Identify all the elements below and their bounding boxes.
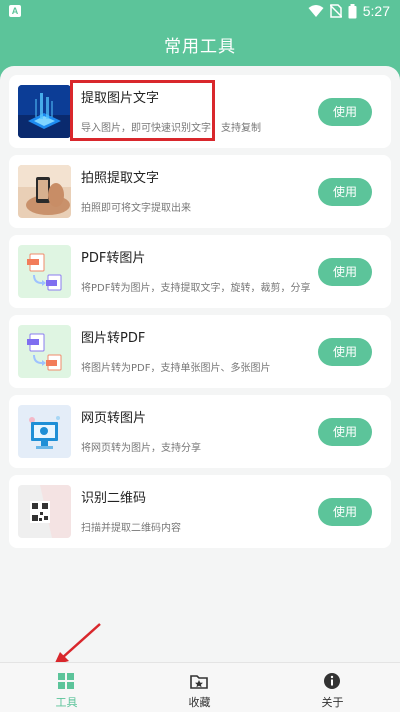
tool-description: 将网页转为图片，支持分享	[81, 443, 201, 454]
tool-card-web-to-image[interactable]: 网页转图片 将网页转为图片，支持分享 使用	[9, 395, 391, 468]
chip-scan-thumbnail	[18, 85, 71, 138]
tool-title: 提取图片文字	[81, 91, 160, 106]
tab-label: 收藏	[188, 696, 211, 709]
tool-description: 扫描并提取二维码内容	[81, 523, 181, 534]
status-time: 5:27	[362, 3, 390, 19]
page-title: 常用工具	[164, 37, 236, 57]
status-icons: 5:27	[308, 3, 390, 19]
tool-title: 图片转PDF	[81, 331, 146, 346]
status-bar: A 5:27	[0, 0, 400, 24]
use-button[interactable]: 使用	[318, 258, 372, 286]
tool-description: 将PDF转为图片，支持提取文字，旋转，裁剪，分享	[81, 283, 311, 294]
phone-camera-thumbnail	[18, 165, 71, 218]
use-button[interactable]: 使用	[318, 98, 372, 126]
no-sim-icon	[329, 4, 342, 18]
pdf-to-image-thumbnail	[18, 245, 71, 298]
tool-card-pdf-to-image[interactable]: PDF转图片 将PDF转为图片，支持提取文字，旋转，裁剪，分享 使用	[9, 235, 391, 308]
wifi-icon	[308, 5, 324, 17]
tab-tools[interactable]: 工具	[0, 663, 133, 712]
tab-label: 工具	[55, 696, 78, 709]
tool-title: PDF转图片	[81, 251, 146, 266]
grid-icon	[58, 673, 74, 689]
app-notification-icon: A	[9, 5, 21, 17]
tool-card-qr-code[interactable]: 识别二维码 扫描并提取二维码内容 使用	[9, 475, 391, 548]
qr-code-thumbnail	[18, 485, 71, 538]
use-button[interactable]: 使用	[318, 338, 372, 366]
web-page-thumbnail	[18, 405, 71, 458]
bottom-navigation: 工具 收藏 关于	[0, 662, 400, 712]
tool-title: 网页转图片	[81, 411, 147, 426]
image-to-pdf-thumbnail	[18, 325, 71, 378]
use-button[interactable]: 使用	[318, 178, 372, 206]
tool-title: 识别二维码	[81, 491, 147, 506]
use-button[interactable]: 使用	[318, 418, 372, 446]
tool-card-photo-extract-text[interactable]: 拍照提取文字 拍照即可将文字提取出来 使用	[9, 155, 391, 228]
battery-icon	[348, 3, 357, 18]
info-icon	[324, 673, 340, 689]
tab-label: 关于	[321, 696, 344, 709]
tool-card-image-to-pdf[interactable]: 图片转PDF 将图片转为PDF，支持单张图片、多张图片 使用	[9, 315, 391, 388]
tab-favorites[interactable]: 收藏	[133, 663, 266, 712]
tool-card-extract-image-text[interactable]: 提取图片文字 导入图片，即可快速识别文字，支持复制 使用	[9, 75, 391, 148]
tool-title: 拍照提取文字	[81, 171, 160, 186]
tool-description: 拍照即可将文字提取出来	[81, 203, 191, 214]
star-folder-icon	[190, 675, 208, 689]
use-button[interactable]: 使用	[318, 498, 372, 526]
tool-description: 将图片转为PDF，支持单张图片、多张图片	[81, 363, 271, 374]
tool-description: 导入图片，即可快速识别文字，支持复制	[81, 123, 261, 134]
tab-about[interactable]: 关于	[266, 663, 399, 712]
